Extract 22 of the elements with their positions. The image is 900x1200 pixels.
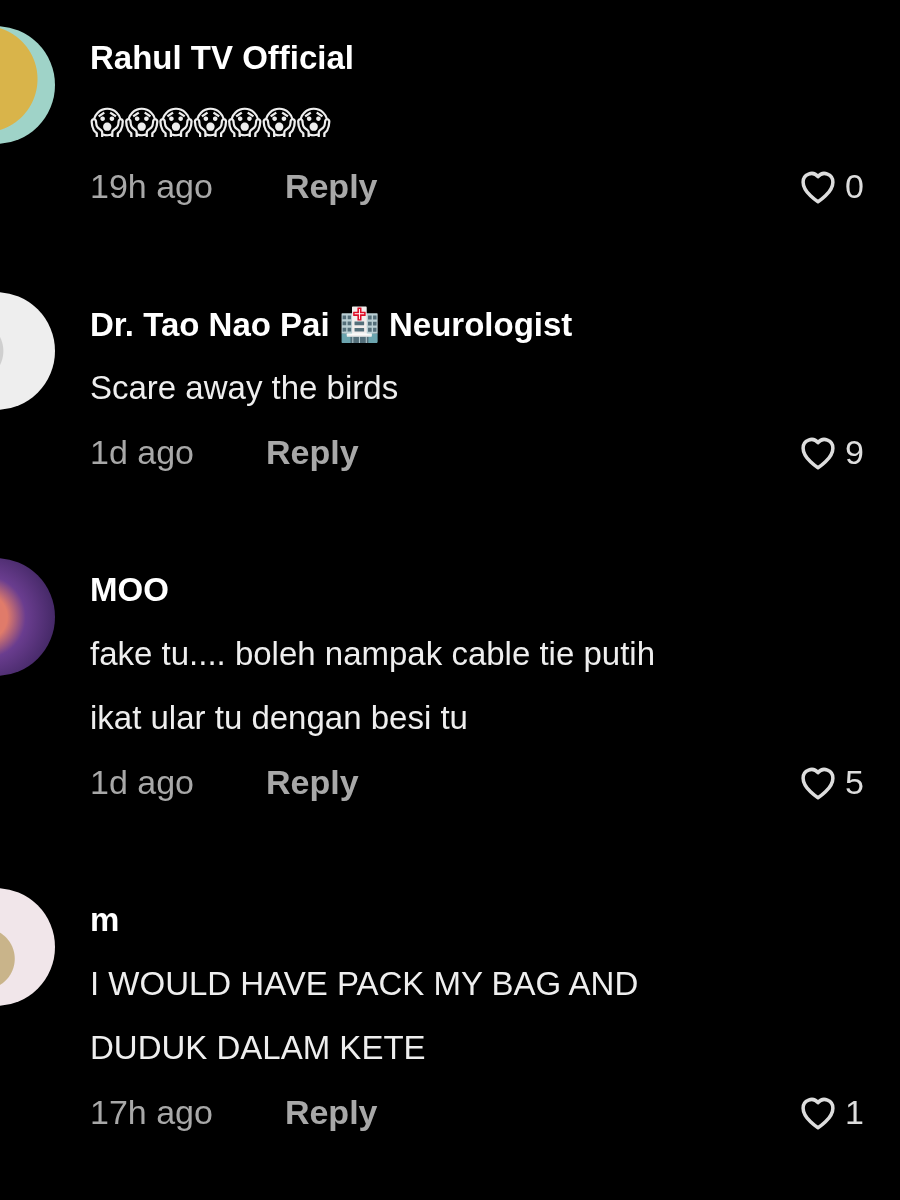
comment-text: Scare away the birds xyxy=(90,369,399,407)
comment-text: DUDUK DALAM KETE xyxy=(90,1029,426,1067)
reply-link[interactable]: Reply xyxy=(284,1092,378,1132)
like-count: 1 xyxy=(845,1092,864,1132)
comment-text: I WOULD HAVE PACK MY BAG AND xyxy=(90,965,639,1003)
comment-author[interactable]: Dr. Tao Nao Pai 🏥 Neurologist xyxy=(90,304,573,344)
comment-time: 19h ago xyxy=(90,166,213,206)
comment-text: ikat ular tu dengan besi tu xyxy=(90,699,468,737)
comment-time: 1d ago xyxy=(90,432,194,472)
comment-text: fake tu.... boleh nampak cable tie putih xyxy=(90,635,656,673)
comment-time: 17h ago xyxy=(90,1092,213,1132)
comment-author[interactable]: Rahul TV Official xyxy=(90,39,355,77)
comment-author[interactable]: MOO xyxy=(90,571,169,609)
comment-time: 1d ago xyxy=(90,762,194,802)
like-count: 0 xyxy=(845,166,864,206)
like-count: 9 xyxy=(845,432,864,472)
reply-link[interactable]: Reply xyxy=(266,432,359,472)
reply-link[interactable]: Reply xyxy=(284,166,378,206)
comment-author[interactable]: m xyxy=(90,901,120,939)
reply-link[interactable]: Reply xyxy=(266,762,359,802)
comment-text: 😱😱😱😱😱😱😱 xyxy=(90,102,331,142)
like-count: 5 xyxy=(845,762,864,802)
